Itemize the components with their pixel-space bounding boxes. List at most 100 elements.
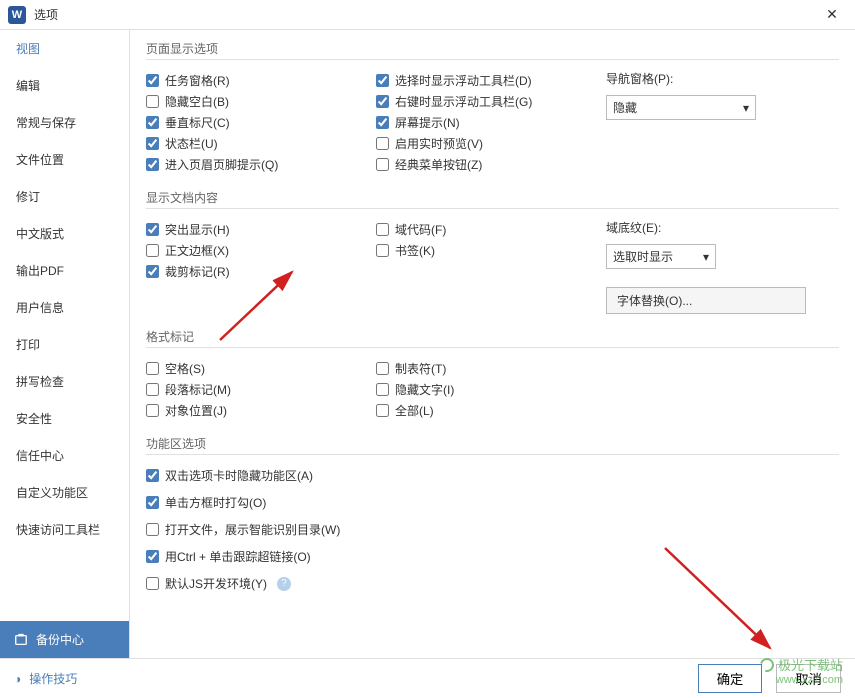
pd-a-checkbox-4[interactable] <box>146 158 159 171</box>
pd-b-4[interactable]: 经典菜单按钮(Z) <box>376 154 596 175</box>
pd-a-2[interactable]: 垂直标尺(C) <box>146 112 366 133</box>
rb-4[interactable]: 默认JS开发环境(Y)? <box>146 573 839 594</box>
help-icon[interactable]: ? <box>277 577 291 591</box>
pd-a-checkbox-0[interactable] <box>146 74 159 87</box>
dc-a-1[interactable]: 正文边框(X) <box>146 240 366 261</box>
pd-b-checkbox-4[interactable] <box>376 158 389 171</box>
tips-link[interactable]: 操作技巧 <box>29 670 683 687</box>
fm-a-checkbox-1[interactable] <box>146 383 159 396</box>
dc-a-2[interactable]: 裁剪标记(R) <box>146 261 366 282</box>
sidebar-item-10[interactable]: 安全性 <box>0 400 129 437</box>
section-format-marks-title: 格式标记 <box>146 328 839 348</box>
rb-checkbox-4[interactable] <box>146 577 159 590</box>
section-page-display-title: 页面显示选项 <box>146 40 839 60</box>
dc-b-1[interactable]: 书签(K) <box>376 240 596 261</box>
fm-b-2[interactable]: 全部(L) <box>376 400 596 421</box>
pd-b-label-3: 启用实时预览(V) <box>395 135 483 152</box>
fm-b-checkbox-1[interactable] <box>376 383 389 396</box>
sidebar-item-9[interactable]: 拼写检查 <box>0 363 129 400</box>
sidebar-item-1[interactable]: 编辑 <box>0 67 129 104</box>
dc-a-checkbox-2[interactable] <box>146 265 159 278</box>
pd-a-4[interactable]: 进入页眉页脚提示(Q) <box>146 154 366 175</box>
fm-b-0[interactable]: 制表符(T) <box>376 358 596 379</box>
dc-b-0[interactable]: 域代码(F) <box>376 219 596 240</box>
fm-b-label-2: 全部(L) <box>395 402 434 419</box>
sidebar-item-11[interactable]: 信任中心 <box>0 437 129 474</box>
dc-b-checkbox-0[interactable] <box>376 223 389 236</box>
pd-b-2[interactable]: 屏幕提示(N) <box>376 112 596 133</box>
sidebar-item-13[interactable]: 快速访问工具栏 <box>0 511 129 548</box>
pd-b-3[interactable]: 启用实时预览(V) <box>376 133 596 154</box>
fm-b-1[interactable]: 隐藏文字(I) <box>376 379 596 400</box>
dc-a-label-2: 裁剪标记(R) <box>165 263 230 280</box>
pd-b-label-2: 屏幕提示(N) <box>395 114 460 131</box>
sidebar-item-2[interactable]: 常规与保存 <box>0 104 129 141</box>
rb-checkbox-1[interactable] <box>146 496 159 509</box>
sidebar-item-0[interactable]: 视图 <box>0 30 129 67</box>
pd-a-1[interactable]: 隐藏空白(B) <box>146 91 366 112</box>
fm-a-1[interactable]: 段落标记(M) <box>146 379 366 400</box>
fm-a-checkbox-0[interactable] <box>146 362 159 375</box>
close-icon[interactable]: ✕ <box>817 0 847 30</box>
ok-button[interactable]: 确定 <box>698 664 763 693</box>
dc-a-checkbox-0[interactable] <box>146 223 159 236</box>
backup-label: 备份中心 <box>36 631 84 648</box>
sidebar-item-7[interactable]: 用户信息 <box>0 289 129 326</box>
sidebar-item-8[interactable]: 打印 <box>0 326 129 363</box>
fm-a-label-1: 段落标记(M) <box>165 381 231 398</box>
window-title: 选项 <box>34 6 817 23</box>
section-doc-content-title: 显示文档内容 <box>146 189 839 209</box>
pd-b-checkbox-3[interactable] <box>376 137 389 150</box>
pd-a-label-3: 状态栏(U) <box>165 135 218 152</box>
pd-b-0[interactable]: 选择时显示浮动工具栏(D) <box>376 70 596 91</box>
fm-b-checkbox-2[interactable] <box>376 404 389 417</box>
rb-checkbox-0[interactable] <box>146 469 159 482</box>
pd-a-label-2: 垂直标尺(C) <box>165 114 230 131</box>
pd-b-checkbox-2[interactable] <box>376 116 389 129</box>
pd-a-3[interactable]: 状态栏(U) <box>146 133 366 154</box>
sidebar-item-4[interactable]: 修订 <box>0 178 129 215</box>
rb-label-1: 单击方框时打勾(O) <box>165 494 266 511</box>
rb-label-2: 打开文件，展示智能识别目录(W) <box>165 521 340 538</box>
pd-a-checkbox-1[interactable] <box>146 95 159 108</box>
dc-a-label-1: 正文边框(X) <box>165 242 229 259</box>
app-icon: W <box>8 6 26 24</box>
field-shading-select[interactable]: 选取时显示 ▾ <box>606 244 716 269</box>
font-substitution-button[interactable]: 字体替换(O)... <box>606 287 806 314</box>
nav-pane-select[interactable]: 隐藏 ▾ <box>606 95 756 120</box>
fm-a-0[interactable]: 空格(S) <box>146 358 366 379</box>
sidebar-item-12[interactable]: 自定义功能区 <box>0 474 129 511</box>
rb-2[interactable]: 打开文件，展示智能识别目录(W) <box>146 519 839 540</box>
pd-a-label-0: 任务窗格(R) <box>165 72 230 89</box>
dc-a-checkbox-1[interactable] <box>146 244 159 257</box>
rb-checkbox-2[interactable] <box>146 523 159 536</box>
rb-1[interactable]: 单击方框时打勾(O) <box>146 492 839 513</box>
fm-a-2[interactable]: 对象位置(J) <box>146 400 366 421</box>
chevron-down-icon: ▾ <box>743 101 749 115</box>
sidebar-item-3[interactable]: 文件位置 <box>0 141 129 178</box>
rb-label-0: 双击选项卡时隐藏功能区(A) <box>165 467 313 484</box>
pd-b-1[interactable]: 右键时显示浮动工具栏(G) <box>376 91 596 112</box>
rb-0[interactable]: 双击选项卡时隐藏功能区(A) <box>146 465 839 486</box>
backup-center-button[interactable]: 备份中心 <box>0 621 129 658</box>
dc-b-checkbox-1[interactable] <box>376 244 389 257</box>
tips-icon: ◑ <box>14 672 21 686</box>
rb-3[interactable]: 用Ctrl + 单击跟踪超链接(O) <box>146 546 839 567</box>
backup-icon <box>14 633 28 647</box>
fm-b-label-1: 隐藏文字(I) <box>395 381 454 398</box>
pd-a-0[interactable]: 任务窗格(R) <box>146 70 366 91</box>
rb-checkbox-3[interactable] <box>146 550 159 563</box>
dc-a-0[interactable]: 突出显示(H) <box>146 219 366 240</box>
pd-a-checkbox-2[interactable] <box>146 116 159 129</box>
rb-label-4: 默认JS开发环境(Y) <box>165 575 267 592</box>
field-shading-label: 域底纹(E): <box>606 219 806 236</box>
fm-b-checkbox-0[interactable] <box>376 362 389 375</box>
sidebar-item-5[interactable]: 中文版式 <box>0 215 129 252</box>
cancel-button[interactable]: 取消 <box>776 664 841 693</box>
dc-a-label-0: 突出显示(H) <box>165 221 230 238</box>
fm-a-checkbox-2[interactable] <box>146 404 159 417</box>
pd-a-checkbox-3[interactable] <box>146 137 159 150</box>
pd-b-checkbox-1[interactable] <box>376 95 389 108</box>
sidebar-item-6[interactable]: 输出PDF <box>0 252 129 289</box>
pd-b-checkbox-0[interactable] <box>376 74 389 87</box>
